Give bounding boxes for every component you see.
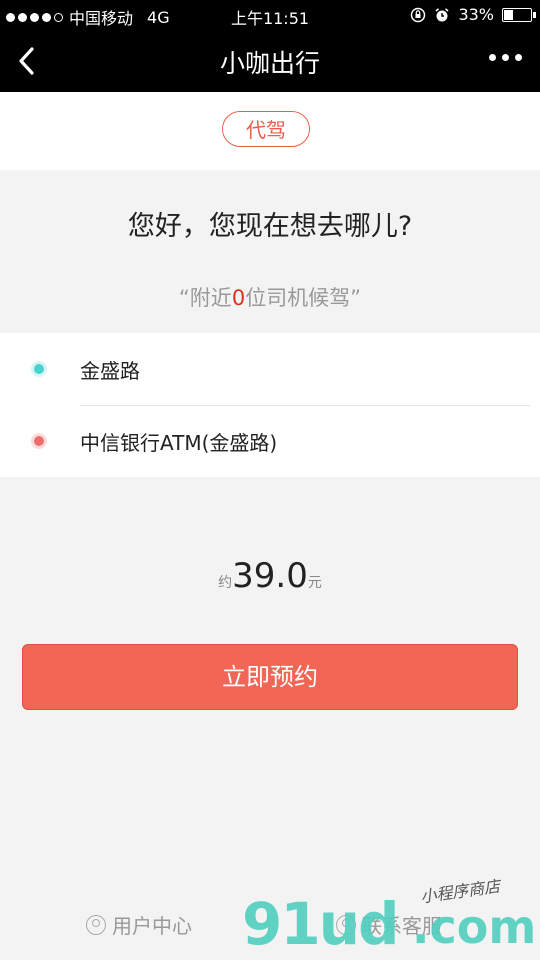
drivers-count: 0 — [231, 286, 246, 310]
drivers-prefix: “附近 — [178, 286, 232, 310]
watermark-brand: 91ud — [242, 890, 400, 958]
fare-estimate: 约39.0元 — [0, 556, 540, 596]
user-icon — [86, 914, 106, 935]
status-right: 33% — [410, 5, 536, 24]
end-marker-icon — [34, 436, 44, 446]
greeting-heading: 您好，您现在想去哪儿? — [127, 211, 413, 242]
fare-unit: 元 — [307, 575, 322, 591]
nav-bar: 小咖出行 — [0, 30, 540, 92]
location-card: 金盛路 中信银行ATM(金盛路) — [0, 333, 540, 477]
battery-icon — [502, 7, 536, 22]
book-now-button[interactable]: 立即预约 — [22, 644, 518, 710]
tab-designated-driving[interactable]: 代驾 — [222, 111, 310, 147]
fare-value: 39.0 — [232, 556, 308, 596]
start-location: 金盛路 — [80, 359, 140, 383]
end-location: 中信银行ATM(金盛路) — [80, 431, 278, 455]
user-center-label: 用户中心 — [112, 914, 192, 938]
alarm-icon — [435, 7, 449, 21]
start-location-row[interactable]: 金盛路 — [0, 333, 540, 406]
rotation-lock-icon — [411, 7, 426, 22]
nearby-drivers-text: “附近0位司机候驾” — [0, 282, 540, 312]
service-tab-bar: 代驾 — [0, 92, 540, 170]
user-center-link[interactable]: 用户中心 — [86, 910, 192, 939]
battery-percent: 33% — [458, 5, 494, 24]
drivers-suffix: 位司机候驾” — [245, 286, 362, 310]
end-location-row[interactable]: 中信银行ATM(金盛路) — [0, 405, 540, 477]
fare-prefix: 约 — [218, 575, 233, 591]
status-bar: 中国移动 4G 上午11:51 33% — [0, 0, 540, 30]
page-title: 小咖出行 — [219, 49, 320, 78]
watermark-suffix: .com — [412, 900, 537, 954]
more-dots-icon[interactable] — [489, 54, 522, 61]
start-marker-icon — [34, 364, 44, 374]
